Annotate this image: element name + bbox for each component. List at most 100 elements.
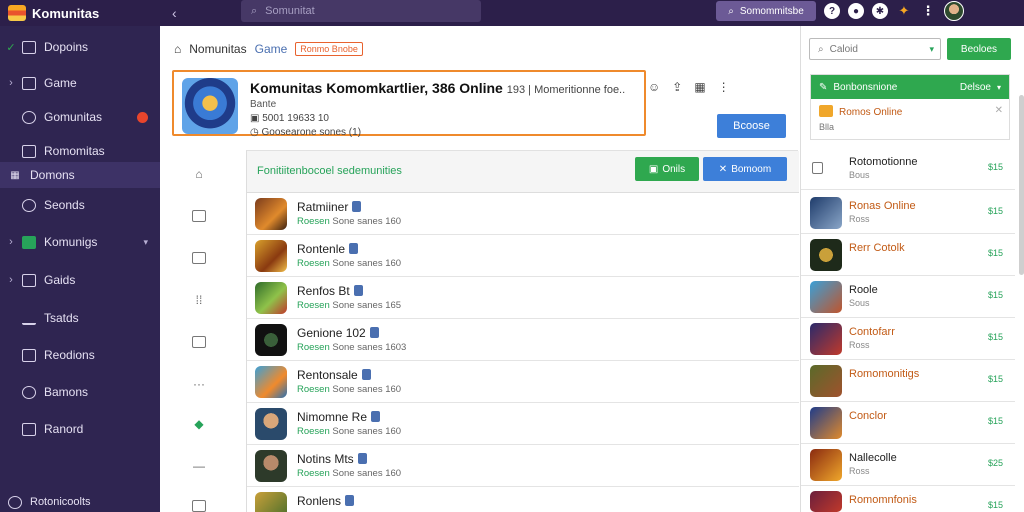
fire-icon[interactable]: ✦ [896,3,912,19]
platform-icon [352,201,362,212]
list-item-name: Notins Mts [297,452,367,466]
list-item[interactable]: Notins Mts Roesen Sone sanes 160 [247,445,799,487]
window-icon[interactable] [192,210,206,222]
sidebar-item-gaids[interactable]: › Gaids [0,267,160,293]
right-item-name: Rotomotionne [849,156,918,168]
app-brand[interactable]: Komunitas [0,0,160,26]
right-list-item[interactable]: Nallecolle Ross $25 [801,444,1015,486]
box-icon[interactable] [192,500,206,512]
sidebar-item-dopoins[interactable]: ✓ Dopoins [0,34,160,60]
avatar[interactable] [944,1,964,21]
sidebar-item-label: Seonds [44,198,85,212]
right-panel: ⌕ Caloid ▾ Beoloes ✎ Bonbonsnione Delsoe… [800,26,1024,512]
search-icon: ⌕ [728,5,734,17]
home-icon[interactable]: ⌂ [192,168,206,180]
emoji-icon[interactable]: ☺ [648,80,660,94]
right-item-price: $15 [987,332,1003,342]
grid-dots-icon[interactable]: ⁞⁞ [192,294,206,306]
sidebar-item-tsatds[interactable]: Tsatds [0,305,160,331]
tag-icon[interactable]: ◆ [192,418,206,430]
breadcrumb-game[interactable]: Game [255,42,288,56]
sidebar-item-game[interactable]: › Game [0,70,160,96]
breadcrumb-title[interactable]: Nomunitas [189,42,246,56]
sidebar-item-komunigs[interactable]: › Komunigs ▾ [0,229,160,255]
list-blue-button[interactable]: ✕ Bomoom [703,157,787,181]
app-logo-icon [8,5,26,21]
top-cta-button[interactable]: ⌕ Somommitsbe [716,1,816,21]
card-icon[interactable] [192,336,206,348]
close-icon[interactable]: ✕ [995,105,1003,116]
square-icon[interactable] [192,252,206,264]
featured-sub: Blla [819,122,835,132]
right-search-input[interactable]: ⌕ Caloid ▾ [809,38,941,60]
game-thumbnail [255,408,287,440]
sidebar-item-romomitas[interactable]: Romomitas [0,138,160,164]
back-chevron-icon[interactable]: ‹ [160,5,200,21]
game-thumbnail [810,365,842,397]
list-item[interactable]: Genione 102 Roesen Sone sanes 1603 [247,319,799,361]
clock-icon: ◷ [250,127,262,138]
list-item-sub-a: Roesen [297,216,330,227]
game-meta-genre: Bante [250,99,277,110]
top-search-input[interactable]: ⌕ Somunitat [241,0,481,22]
sidebar-item-reodions[interactable]: Reodions [0,342,160,368]
right-item-price: $15 [987,206,1003,216]
question-icon[interactable]: ? [824,3,840,19]
game-meta-info-text: Goosearone sones (1) [261,127,362,138]
stats-icon: ▣ [250,113,263,124]
settings-icon[interactable]: ✱ [872,3,888,19]
list-item-sub-b: Sone sanes 160 [332,384,402,395]
list-item[interactable]: Ratmiiner Roesen Sone sanes 160 [247,193,799,235]
checkbox[interactable] [812,162,823,174]
right-item-sub: Sous [849,298,870,308]
game-thumbnail [810,407,842,439]
right-list-item[interactable]: Conclor $15 [801,402,1015,444]
right-list-item[interactable]: Ronas Online Ross $15 [801,192,1015,234]
right-list-item[interactable]: Romomnfonis $15 [801,486,1015,512]
sidebar-item-seonds[interactable]: Seonds [0,192,160,218]
right-list-item[interactable]: Rerr Cotolk $15 [801,234,1015,276]
list-item[interactable]: Renfos Bt Roesen Sone sanes 165 [247,277,799,319]
grid-icon[interactable]: ▦ [694,80,705,94]
sidebar-item-bamons[interactable]: Bamons [0,379,160,405]
list-item-sub: Roesen Sone sanes 165 [297,300,401,311]
bell-icon[interactable]: ● [848,3,864,19]
sidebar-item-gomunitas[interactable]: Gomunitas [0,104,160,130]
right-action-button[interactable]: Beoloes [947,38,1011,60]
right-item-sub: Bous [849,170,870,180]
list-item-sub: Roesen Sone sanes 1603 [297,342,406,353]
platform-icon [353,285,363,296]
list-blue-button-label: Bomoom [731,163,772,175]
list-item-sub-b: Sone sanes 1603 [332,342,407,353]
sidebar-footer[interactable]: Rotonicoolts [0,489,160,512]
list-item-name: Rontenle [297,242,359,256]
list-header-label: Fonitiitenbocoel sedemunities [257,165,402,177]
sidebar-item-domons[interactable]: ▦ Domons [0,162,160,188]
hero-action-button[interactable]: Bcoose [717,114,786,138]
ellipsis-icon[interactable]: ··· [192,378,206,390]
list-item[interactable]: Nimomne Re Roesen Sone sanes 160 [247,403,799,445]
right-list-item[interactable]: Contofarr Ross $15 [801,318,1015,360]
scrollbar[interactable] [1019,95,1024,275]
featured-header-right[interactable]: Delsoe [960,82,991,93]
list-item[interactable]: Rontenle Roesen Sone sanes 160 [247,235,799,277]
game-title-text: Komunitas Komomkartlier, 386 Online [250,80,503,96]
app-title: Komunitas [32,5,100,21]
list-item[interactable]: Ronlens [247,487,799,512]
list-green-button-label: Onils [662,163,686,175]
list-green-button[interactable]: ▣ Onils [635,157,699,181]
featured-box[interactable]: ✎ Bonbonsnione Delsoe ▾ Romos Online Bll… [810,74,1010,140]
right-list-item[interactable]: Romomonitigs $15 [801,360,1015,402]
list-item[interactable]: Rentonsale Roesen Sone sanes 160 [247,361,799,403]
home-icon[interactable]: ⌂ [174,42,181,56]
more-icon[interactable]: ⋮ [718,80,730,94]
breadcrumb-tag[interactable]: Ronmo Bnobe [295,42,363,56]
share-icon[interactable]: ⇪ [672,80,682,94]
sidebar-item-ranord[interactable]: Ranord [0,416,160,442]
minus-icon[interactable]: — [192,460,206,472]
right-list-item[interactable]: Rotomotionne Bous $15 [801,148,1015,190]
featured-game-card[interactable]: Komunitas Komomkartlier, 386 Online 193 … [172,70,646,138]
more-icon[interactable]: ⋮ [920,3,936,19]
right-list-item[interactable]: Roole Sous $15 [801,276,1015,318]
game-thumbnail [255,198,287,230]
